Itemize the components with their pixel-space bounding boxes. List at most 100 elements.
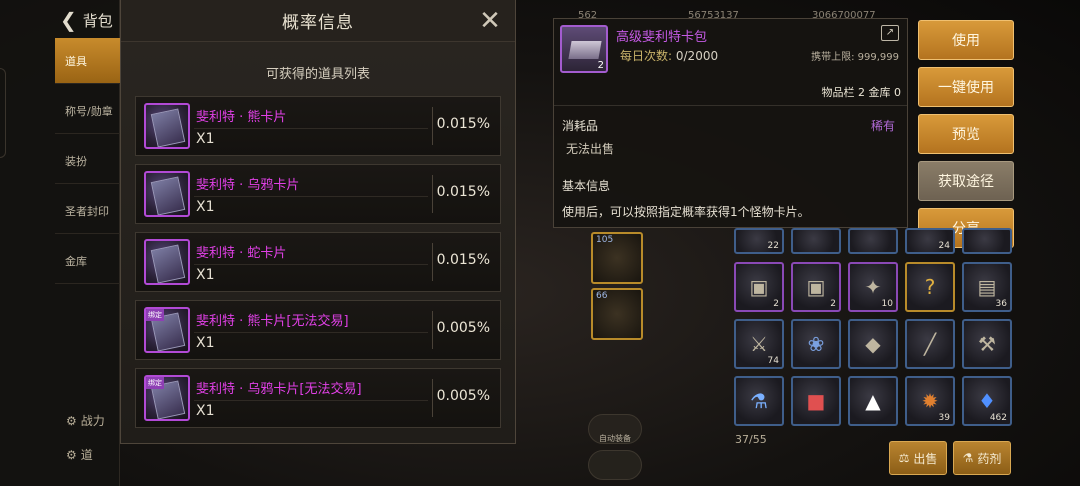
inventory-slot[interactable]: ╱ [905,319,955,369]
mid-slot[interactable]: 105 [591,232,643,284]
close-icon[interactable]: ✕ [477,8,503,34]
item-description: 使用后，可以按照指定概率获得1个怪物卡片。 [562,205,810,219]
sell-icon: ⚖ [898,451,910,465]
use-button[interactable]: 使用 [918,20,1014,60]
bag-icon: ◆ [865,332,881,356]
reward-probability: 0.005% [436,320,490,336]
gear-icon: ⚙ [66,447,77,462]
carry-limit: 携带上限: 999,999 [811,52,899,63]
inventory-slot[interactable]: 22 [734,228,784,254]
probability-dialog: 概率信息 ✕ 可获得的道具列表 斐利特 · 熊卡片 X1 0.015% 斐利特 … [120,0,516,444]
inventory-slot[interactable]: ◆ [848,319,898,369]
preview-button[interactable]: 预览 [918,114,1014,154]
sell-label: 出售 [913,451,938,466]
inventory-slot[interactable]: ▣ 2 [734,262,784,312]
left-nav: ❮ 背包 道具 称号/勋章 装扮 圣者封印 金库 ⚙ 战力 ⚙ 道 [0,0,120,486]
edge-tab[interactable] [0,68,6,158]
sword-icon: ⚔ [750,332,768,356]
item-rarity: 稀有 [870,119,895,133]
mid-slot-label: 66 [596,291,608,301]
nav-item-seal[interactable]: 圣者封印 [55,188,120,234]
reward-row: 斐利特 · 蛇卡片 X1 0.015% [135,232,501,292]
nav-bottom-path[interactable]: ⚙ 道 [66,446,93,463]
inventory-slot[interactable]: ♦ 462 [962,376,1012,426]
reward-name: 斐利特 · 熊卡片 [196,110,287,125]
reward-qty: X1 [196,199,215,215]
inventory-slot[interactable]: ✹ 39 [905,376,955,426]
potion-icon: ⚗ [750,389,768,413]
inventory-slot[interactable]: 24 [905,228,955,254]
auto-equip-button[interactable]: 自动装备 [588,414,642,444]
sort-button[interactable] [588,450,642,480]
mid-slot[interactable]: 66 [591,288,643,340]
back-label: 背包 [82,11,113,30]
dialog-header: 概率信息 [121,0,515,42]
potion-icon: ⚗ [962,451,974,465]
item-type: 消耗品 [562,119,599,133]
chest-icon: ▤ [977,275,997,299]
inventory-slot[interactable]: ⚔ 74 [734,319,784,369]
dialog-title: 概率信息 [282,13,354,33]
inventory-slot[interactable]: ⚗ [734,376,784,426]
inventory-location: 物品栏 2 金库 0 [821,86,902,99]
reward-list: 斐利特 · 熊卡片 X1 0.015% 斐利特 · 乌鸦卡片 X1 0.015%… [135,96,501,436]
inventory-slot[interactable]: ⚒ [962,319,1012,369]
card-item-icon[interactable] [144,103,190,149]
craft-button[interactable]: ⚗ 药剂 [953,441,1011,475]
bound-badge: 绑定 [146,309,164,321]
inventory-slot[interactable]: ▣ 2 [791,262,841,312]
inventory-slot[interactable]: ✦ 10 [848,262,898,312]
inventory-slot[interactable]: ▲ [848,376,898,426]
reward-qty: X1 [196,267,215,283]
obtain-source-button[interactable]: 获取途径 [918,161,1014,201]
back-button[interactable]: ❮ 背包 [60,8,113,32]
reward-name: 斐利特 · 乌鸦卡片 [196,178,300,193]
nav-item-vault[interactable]: 金库 [55,238,120,284]
item-name: 高级斐利特卡包 [616,30,708,45]
question-icon: ? [924,275,936,299]
share-icon[interactable]: ↗ [881,25,899,41]
inventory-slot[interactable]: ❀ [791,319,841,369]
inventory-grid: 22 24 ▣ 2 ▣ 2 ✦ 10 ? ▤ 36 ⚔ 74 ❀ ◆ ╱ ⚒ ⚗ ■ ▲ … [732,228,1022,428]
flower-icon: ❀ [807,332,825,356]
item-detail-panel: 2 高级斐利特卡包 ↗ 每日次数: 0/2000 携带上限: 999,999 物… [553,18,908,228]
card-item-icon[interactable] [144,171,190,217]
card-pack-icon: ▣ [806,275,826,299]
card-item-icon[interactable] [144,239,190,285]
shard-icon: ✦ [864,275,882,299]
card-item-icon[interactable]: 绑定 [144,375,190,421]
inventory-slot[interactable]: ▤ 36 [962,262,1012,312]
fire-icon: ✹ [921,389,939,413]
reward-qty: X1 [196,335,215,351]
tool-icon: ⚒ [978,332,996,356]
nav-item-titles[interactable]: 称号/勋章 [55,88,120,134]
inventory-slot[interactable] [962,228,1012,254]
daily-value: 0/2000 [675,49,719,63]
nav-bottom-power[interactable]: ⚙ 战力 [66,412,105,429]
reward-row: 斐利特 · 乌鸦卡片 X1 0.015% [135,164,501,224]
card-pack-icon: ▣ [749,275,769,299]
inventory-slot[interactable] [791,228,841,254]
nav-item-costume[interactable]: 装扮 [55,138,120,184]
inventory-capacity: 37/55 [735,433,767,446]
sell-button[interactable]: ⚖ 出售 [889,441,947,475]
game-screen: 562 56753137 3066700077 ❮ 背包 道具 称号/勋章 装扮… [0,0,1080,486]
reward-name: 斐利特 · 蛇卡片 [196,246,287,261]
inventory-slot[interactable]: ■ [791,376,841,426]
back-arrow-icon: ❮ [60,8,77,32]
card-item-icon[interactable]: 绑定 [144,307,190,353]
reward-row: 绑定 斐利特 · 熊卡片[无法交易] X1 0.005% [135,300,501,360]
reward-row: 绑定 斐利特 · 乌鸦卡片[无法交易] X1 0.005% [135,368,501,428]
inventory-slot[interactable]: ? [905,262,955,312]
mid-slot-label: 105 [596,235,614,245]
bone-icon: ╱ [923,332,937,356]
reward-qty: X1 [196,403,215,419]
scroll-icon: ▲ [865,389,881,413]
reward-row: 斐利特 · 熊卡片 X1 0.015% [135,96,501,156]
item-count: 2 [597,60,604,71]
reward-probability: 0.015% [436,252,490,268]
ticket-icon: ■ [806,389,826,413]
nav-item-items[interactable]: 道具 [55,38,120,84]
inventory-slot[interactable] [848,228,898,254]
use-all-button[interactable]: 一键使用 [918,67,1014,107]
